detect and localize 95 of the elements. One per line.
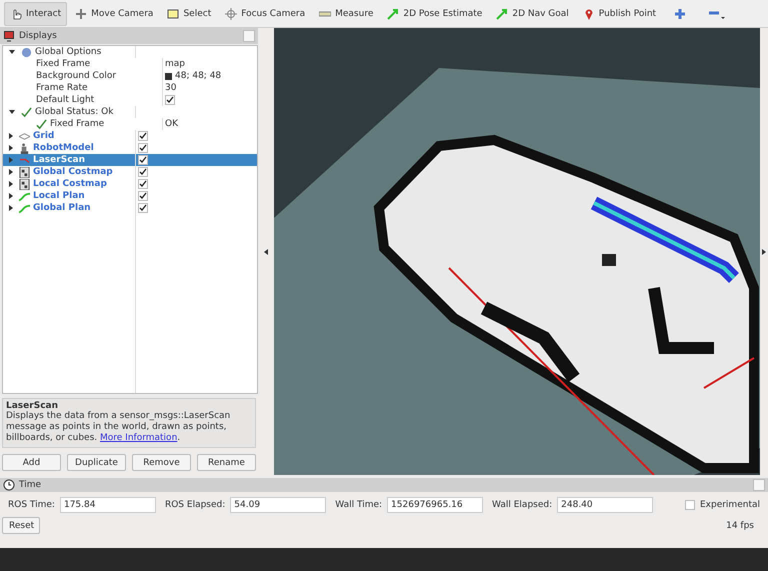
tree-label: Global Costmap bbox=[33, 166, 113, 178]
checkbox[interactable] bbox=[684, 500, 695, 510]
collapse-left-icon[interactable] bbox=[264, 248, 268, 254]
path-icon bbox=[19, 190, 30, 202]
checkbox[interactable] bbox=[138, 143, 148, 153]
property-label: Fixed Frame bbox=[36, 58, 90, 70]
property-row[interactable]: Background Color 48; 48; 48 bbox=[3, 70, 257, 82]
pin-icon bbox=[582, 8, 595, 20]
tree-row[interactable]: Local Plan bbox=[3, 190, 257, 202]
tree-label: Global Plan bbox=[33, 202, 91, 214]
property-row[interactable]: Fixed Frame OK bbox=[3, 118, 257, 130]
tree-row[interactable]: Local Costmap bbox=[3, 178, 257, 190]
checkbox[interactable] bbox=[165, 95, 175, 105]
time-field[interactable]: 175.84 bbox=[60, 497, 156, 513]
tool-button[interactable]: Interact bbox=[4, 2, 68, 26]
tool-button[interactable]: Select bbox=[161, 2, 218, 26]
checkmark-icon bbox=[21, 106, 32, 118]
checkbox[interactable] bbox=[138, 191, 148, 201]
expand-arrow-icon[interactable] bbox=[9, 205, 13, 211]
checkbox[interactable] bbox=[138, 203, 148, 213]
checkbox-label: Experimental bbox=[700, 500, 760, 510]
time-field[interactable]: 248.40 bbox=[557, 497, 654, 513]
crosshair-icon bbox=[225, 8, 238, 20]
tree-label: Global Status: Ok bbox=[35, 106, 114, 118]
tool-button[interactable]: Measure bbox=[313, 2, 380, 26]
field-label: Wall Elapsed: bbox=[492, 500, 552, 510]
property-row[interactable]: Fixed Frame map bbox=[3, 58, 257, 70]
robot-icon bbox=[19, 142, 30, 154]
property-value: OK bbox=[165, 118, 178, 130]
path-icon bbox=[19, 202, 30, 214]
reset-button[interactable]: Reset bbox=[2, 517, 40, 534]
time-field[interactable]: 54.09 bbox=[230, 497, 326, 513]
panel-button[interactable]: Remove bbox=[132, 454, 191, 471]
expand-arrow-icon[interactable] bbox=[9, 169, 13, 175]
tree-label: Local Plan bbox=[33, 190, 85, 202]
clock-icon bbox=[3, 479, 15, 491]
tree-row[interactable]: Global Plan bbox=[3, 202, 257, 214]
property-row[interactable]: Frame Rate 30 bbox=[3, 82, 257, 94]
checkmark-icon bbox=[36, 118, 47, 130]
tree-row[interactable]: Global Costmap bbox=[3, 166, 257, 178]
field-label: ROS Elapsed: bbox=[164, 500, 226, 510]
property-value: 30 bbox=[165, 82, 176, 94]
property-label: Fixed Frame bbox=[50, 118, 104, 130]
more-information-link[interactable]: More Information bbox=[100, 433, 178, 443]
tool-button[interactable]: 2D Pose Estimate bbox=[381, 2, 488, 26]
property-label: Frame Rate bbox=[36, 82, 88, 94]
description-text: Displays the data from a sensor_msgs::LaserScan message as points in the world, drawn as points, billboards, or cubes. More Information. bbox=[6, 411, 232, 444]
field-label: Wall Time: bbox=[335, 500, 382, 510]
checkbox[interactable] bbox=[138, 179, 148, 189]
expand-arrow-icon[interactable] bbox=[9, 133, 13, 139]
add-tool-icon[interactable] bbox=[674, 8, 686, 20]
tree-label: Global Options bbox=[35, 46, 102, 58]
panel-title: Time bbox=[19, 480, 42, 490]
property-label: Background Color bbox=[36, 70, 116, 82]
tree-label: Grid bbox=[33, 130, 54, 142]
tree-row[interactable]: Global Status: Ok bbox=[3, 106, 257, 118]
tree-row[interactable]: Global Options bbox=[3, 46, 257, 58]
fps-counter: 14 fps bbox=[726, 520, 754, 530]
tree-row[interactable]: Grid bbox=[3, 130, 257, 142]
property-value: 48; 48; 48 bbox=[175, 70, 222, 82]
tool-button[interactable]: 2D Nav Goal bbox=[490, 2, 575, 26]
panel-button[interactable]: Duplicate bbox=[67, 454, 126, 471]
map-icon bbox=[19, 166, 30, 178]
monitor-icon bbox=[3, 30, 15, 42]
tree-label: Local Costmap bbox=[33, 178, 107, 190]
globe-icon bbox=[21, 46, 32, 58]
expand-arrow-icon[interactable] bbox=[9, 193, 13, 199]
property-value: map bbox=[165, 58, 185, 70]
checkbox[interactable] bbox=[138, 155, 148, 165]
selection-icon bbox=[167, 8, 180, 20]
property-label: Default Light bbox=[36, 94, 94, 106]
panel-button[interactable]: Add bbox=[2, 454, 61, 471]
arrow-icon bbox=[387, 8, 400, 20]
panel-button[interactable]: Rename bbox=[197, 454, 256, 471]
tool-button[interactable]: Focus Camera bbox=[219, 2, 312, 26]
grid-icon bbox=[19, 130, 30, 142]
collapse-right-icon[interactable] bbox=[762, 248, 766, 254]
expand-arrow-icon[interactable] bbox=[9, 181, 13, 187]
map-icon bbox=[19, 178, 30, 190]
tool-button[interactable]: Move Camera bbox=[69, 2, 160, 26]
checkbox[interactable] bbox=[138, 131, 148, 141]
time-field[interactable]: 1526976965.16 bbox=[387, 497, 484, 513]
description-title: LaserScan bbox=[6, 401, 60, 411]
arrow-icon bbox=[496, 8, 508, 20]
property-row[interactable]: Default Light bbox=[3, 94, 257, 106]
tool-button[interactable]: Publish Point bbox=[576, 2, 662, 26]
tree-row[interactable]: LaserScan bbox=[3, 154, 257, 166]
expand-arrow-icon[interactable] bbox=[9, 50, 15, 54]
tree-label: LaserScan bbox=[33, 154, 86, 166]
checkbox[interactable] bbox=[138, 167, 148, 177]
field-label: ROS Time: bbox=[8, 500, 55, 510]
move-icon bbox=[75, 8, 88, 20]
panel-title: Displays bbox=[19, 31, 58, 41]
tree-label: RobotModel bbox=[33, 142, 94, 154]
expand-arrow-icon[interactable] bbox=[9, 110, 15, 114]
